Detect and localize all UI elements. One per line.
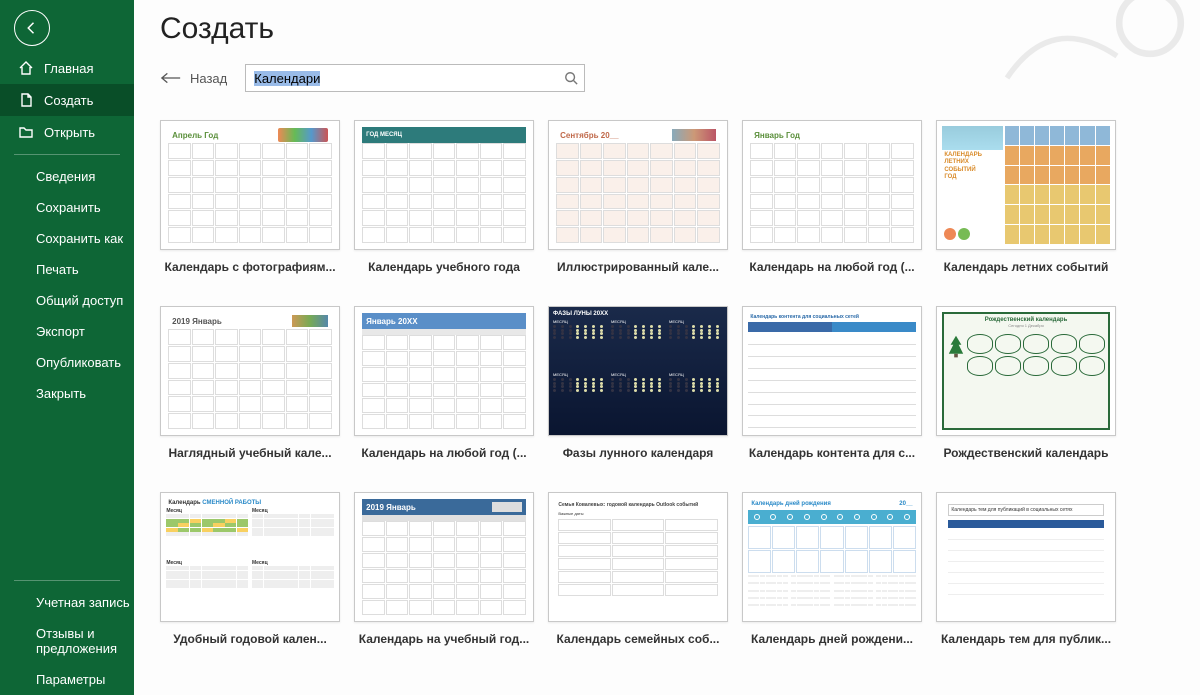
sidebar-item-сохранить-как[interactable]: Сохранить как — [0, 223, 134, 254]
template-item[interactable]: 2019 Январь Календарь на учебный год... — [354, 492, 534, 646]
template-thumbnail: Семья Ковалевых: годовой календарь Outlo… — [548, 492, 728, 622]
template-label: Календарь учебного года — [368, 260, 520, 274]
template-label: Календарь на учебный год... — [359, 632, 530, 646]
sidebar-item-сведения[interactable]: Сведения — [0, 161, 134, 192]
template-label: Календарь контента для с... — [749, 446, 915, 460]
main-content: Создать Назад Апрель Год Календарь с фото… — [134, 0, 1200, 695]
template-item[interactable]: Календарь контента для социальных сетей К… — [742, 306, 922, 460]
sidebar-item-отзывы-и-предложения[interactable]: Отзывы и предложения — [0, 618, 134, 664]
sidebar-item-общий-доступ[interactable]: Общий доступ — [0, 285, 134, 316]
sidebar-item-label: Учетная запись — [36, 595, 130, 610]
template-thumbnail: Календарь тем для публикаций в социальны… — [936, 492, 1116, 622]
template-thumbnail: Календарь СМЕННОЙ РАБОТЫМесяцМесяцМесяцМ… — [160, 492, 340, 622]
sidebar-item-label: Открыть — [44, 125, 95, 140]
back-button[interactable] — [14, 10, 50, 46]
sidebar-separator — [14, 154, 120, 155]
sidebar-item-label: Главная — [44, 61, 93, 76]
sidebar-item-label: Закрыть — [36, 386, 86, 401]
template-item[interactable]: Сентябрь 20__ Иллюстрированный кале... — [548, 120, 728, 274]
template-label: Календарь тем для публик... — [941, 632, 1111, 646]
template-label: Календарь летних событий — [944, 260, 1109, 274]
sidebar-item-открыть[interactable]: Открыть — [0, 116, 134, 148]
template-thumbnail: 2019 Январь — [160, 306, 340, 436]
sidebar-item-экспорт[interactable]: Экспорт — [0, 316, 134, 347]
sidebar-item-label: Сохранить — [36, 200, 101, 215]
template-thumbnail: Январь Год — [742, 120, 922, 250]
template-label: Календарь с фотографиям... — [164, 260, 335, 274]
template-thumbnail: 2019 Январь — [354, 492, 534, 622]
template-search-box — [245, 64, 585, 92]
sidebar-item-создать[interactable]: Создать — [0, 84, 134, 116]
template-label: Календарь дней рождени... — [751, 632, 913, 646]
file-icon — [18, 92, 34, 108]
template-item[interactable]: 2019 Январь Наглядный учебный кале... — [160, 306, 340, 460]
template-item[interactable]: Апрель Год Календарь с фотографиям... — [160, 120, 340, 274]
template-item[interactable]: Рождественский календарьСегодня 1 Декабр… — [936, 306, 1116, 460]
template-item[interactable]: Январь 20XX Календарь на любой год (... — [354, 306, 534, 460]
template-thumbnail: Календарь контента для социальных сетей — [742, 306, 922, 436]
sidebar-item-label: Опубликовать — [36, 355, 121, 370]
search-back-button[interactable]: Назад — [160, 71, 227, 86]
sidebar-item-закрыть[interactable]: Закрыть — [0, 378, 134, 409]
sidebar-item-опубликовать[interactable]: Опубликовать — [0, 347, 134, 378]
template-label: Календарь на любой год (... — [749, 260, 914, 274]
page-title: Создать — [160, 12, 1174, 46]
sidebar-item-label: Создать — [44, 93, 93, 108]
template-label: Иллюстрированный кале... — [557, 260, 719, 274]
sidebar-item-параметры[interactable]: Параметры — [0, 664, 134, 695]
template-label: Рождественский календарь — [943, 446, 1108, 460]
template-label: Календарь на любой год (... — [361, 446, 526, 460]
template-item[interactable]: ГОД МЕСЯЦ Календарь учебного года — [354, 120, 534, 274]
template-label: Фазы лунного календаря — [563, 446, 714, 460]
template-item[interactable]: Календарь тем для публикаций в социальны… — [936, 492, 1116, 646]
sidebar-item-label: Сохранить как — [36, 231, 123, 246]
home-icon — [18, 60, 34, 76]
sidebar-item-учетная-запись[interactable]: Учетная запись — [0, 587, 134, 618]
search-input[interactable] — [246, 67, 558, 90]
template-label: Удобный годовой кален... — [173, 632, 327, 646]
template-thumbnail: Сентябрь 20__ — [548, 120, 728, 250]
template-item[interactable]: КАЛЕНДАРЬЛЕТНИХСОБЫТИЙГОД Календарь летни… — [936, 120, 1116, 274]
folder-icon — [18, 124, 34, 140]
arrow-left-icon — [23, 19, 41, 37]
template-thumbnail: Календарь дней рождения20__ — [742, 492, 922, 622]
sidebar-item-сохранить[interactable]: Сохранить — [0, 192, 134, 223]
sidebar-item-главная[interactable]: Главная — [0, 52, 134, 84]
sidebar-item-печать[interactable]: Печать — [0, 254, 134, 285]
search-button[interactable] — [558, 71, 584, 85]
sidebar-item-label: Параметры — [36, 672, 105, 687]
template-item[interactable]: Календарь дней рождения20__ Календарь дне… — [742, 492, 922, 646]
sidebar-item-label: Сведения — [36, 169, 95, 184]
backstage-sidebar: Главная Создать Открыть Сведения Сохранить С… — [0, 0, 134, 695]
sidebar-item-label: Печать — [36, 262, 79, 277]
template-thumbnail: ФАЗЫ ЛУНЫ 20XXМЕСЯЦМЕСЯЦМЕСЯЦМЕСЯЦМЕСЯЦМ… — [548, 306, 728, 436]
sidebar-separator-2 — [14, 580, 120, 581]
search-icon — [564, 71, 578, 85]
template-thumbnail: КАЛЕНДАРЬЛЕТНИХСОБЫТИЙГОД — [936, 120, 1116, 250]
template-thumbnail: Апрель Год — [160, 120, 340, 250]
sidebar-item-label: Экспорт — [36, 324, 85, 339]
template-item[interactable]: Семья Ковалевых: годовой календарь Outlo… — [548, 492, 728, 646]
template-thumbnail: Рождественский календарьСегодня 1 Декабр… — [936, 306, 1116, 436]
sidebar-item-label: Общий доступ — [36, 293, 123, 308]
template-item[interactable]: Январь Год Календарь на любой год (... — [742, 120, 922, 274]
template-item[interactable]: Календарь СМЕННОЙ РАБОТЫМесяцМесяцМесяцМ… — [160, 492, 340, 646]
sidebar-item-label: Отзывы и предложения — [36, 626, 134, 656]
template-label: Календарь семейных соб... — [557, 632, 720, 646]
template-label: Наглядный учебный кале... — [168, 446, 331, 460]
search-back-label: Назад — [190, 71, 227, 86]
template-thumbnail: Январь 20XX — [354, 306, 534, 436]
template-thumbnail: ГОД МЕСЯЦ — [354, 120, 534, 250]
template-item[interactable]: ФАЗЫ ЛУНЫ 20XXМЕСЯЦМЕСЯЦМЕСЯЦМЕСЯЦМЕСЯЦМ… — [548, 306, 728, 460]
arrow-left-icon — [160, 71, 182, 85]
